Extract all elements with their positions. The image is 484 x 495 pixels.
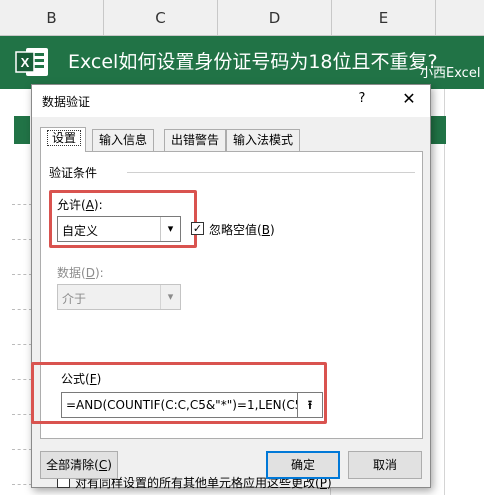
column-header-bar: B C D E (0, 0, 484, 36)
green-header-strip (430, 116, 446, 144)
clear-all-hotkey: C (98, 458, 108, 472)
ok-button[interactable]: 确定 (266, 451, 340, 479)
highlight-box-formula (31, 362, 327, 424)
dialog-title: 数据验证 (42, 95, 91, 109)
excel-logo-icon: X (15, 48, 48, 76)
data-hotkey: D (85, 266, 95, 280)
tab-settings-label: 设置 (47, 130, 82, 146)
cancel-button[interactable]: 取消 (348, 451, 422, 479)
column-header-e[interactable]: E (332, 0, 436, 36)
dialog-titlebar[interactable]: 数据验证 ? ✕ (32, 85, 430, 117)
tab-settings[interactable]: 设置 (40, 127, 86, 152)
ignore-blank-label-text: 忽略空值 (209, 223, 258, 237)
green-header-strip (14, 116, 30, 144)
ignore-blank-checkbox[interactable]: ✓ (191, 222, 204, 235)
validation-criteria-label: 验证条件 (49, 166, 98, 180)
ignore-blank-hotkey: B (261, 223, 270, 237)
tab-error-alert-label: 出错警告 (171, 133, 220, 147)
ignore-blank-label: 忽略空值(B) (209, 223, 275, 237)
chevron-down-icon: ▾ (160, 285, 180, 309)
row-lines (12, 170, 32, 485)
data-label-text: 数据 (57, 266, 82, 280)
banner-title: Excel如何设置身份证号码为18位且不重复? (68, 51, 438, 73)
clear-all-button[interactable]: 全部清除(C) (40, 451, 118, 479)
data-select-value: 介于 (62, 292, 87, 306)
tab-input-message[interactable]: 输入信息 (92, 129, 155, 151)
column-header-c[interactable]: C (104, 0, 218, 36)
column-header-b[interactable]: B (0, 0, 104, 36)
data-select: 介于 ▾ (57, 284, 181, 310)
group-divider (127, 172, 415, 173)
data-validation-dialog: 数据验证 ? ✕ 设置 输入信息 出错警告 输入法模式 验证条件 允许(A): … (31, 84, 431, 490)
grid-line (444, 36, 445, 495)
data-label: 数据(D): (57, 266, 104, 280)
clear-all-label: 全部清除 (46, 458, 95, 472)
banner-brand: 小西Excel (420, 66, 481, 81)
svg-text:X: X (21, 55, 30, 70)
tab-input-message-label: 输入信息 (99, 133, 148, 147)
title-banner: X Excel如何设置身份证号码为18位且不重复? 小西Excel (0, 36, 484, 89)
settings-panel: 验证条件 允许(A): 自定义 ▾ ✓ 忽略空值(B) 数据(D): 介于 ▾ … (31, 151, 423, 490)
tab-error-alert[interactable]: 出错警告 (164, 129, 227, 151)
tab-ime-mode[interactable]: 输入法模式 (226, 129, 301, 151)
close-icon[interactable]: ✕ (398, 89, 420, 108)
column-header-d[interactable]: D (218, 0, 332, 36)
help-icon[interactable]: ? (352, 91, 372, 106)
highlight-box-allow (49, 190, 197, 248)
tab-ime-mode-label: 输入法模式 (233, 133, 294, 147)
